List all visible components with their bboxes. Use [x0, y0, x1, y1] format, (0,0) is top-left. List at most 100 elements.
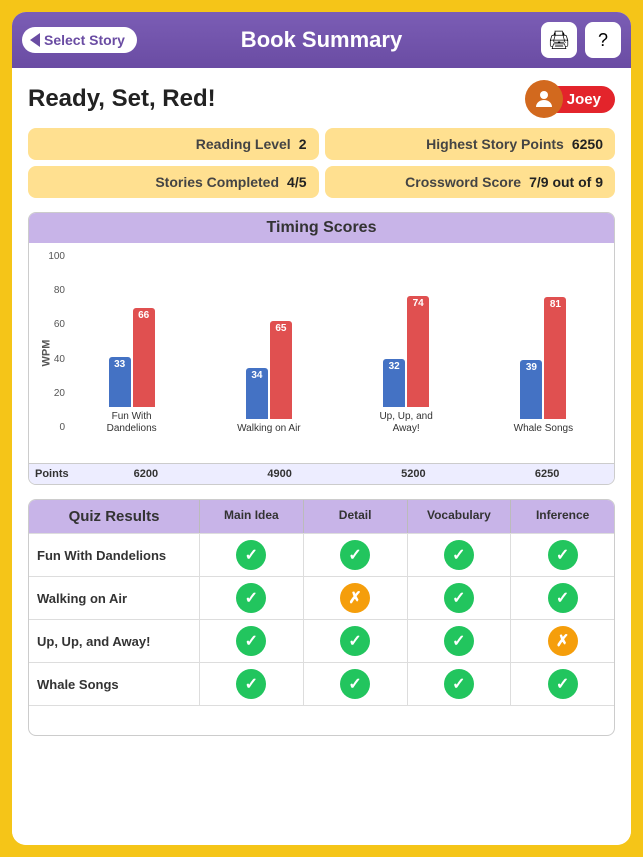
bar-group-label: Fun WithDandelions: [107, 411, 157, 435]
y-ticks: 100 80 60 40 20 0: [49, 251, 65, 433]
quiz-cell: ✓: [303, 534, 407, 576]
bar-blue: 39: [520, 360, 542, 419]
quiz-cell: ✓: [199, 663, 303, 705]
quiz-cell: ✓: [510, 577, 614, 619]
cross-icon: ✗: [340, 583, 370, 613]
bar-red: 65: [270, 321, 292, 419]
avatar: [525, 80, 563, 118]
points-cell: 6250: [480, 464, 614, 484]
quiz-data-row: Whale Songs ✓ ✓ ✓ ✓: [29, 662, 614, 705]
quiz-cell: ✓: [199, 534, 303, 576]
bars-section: 33 66 Fun WithDandelions 34 65 Walking o…: [65, 251, 610, 463]
timing-chart: Timing Scores WPM 100 80 60 40 20 0: [28, 212, 615, 485]
quiz-cell: ✓: [407, 620, 511, 662]
quiz-empty-row: [29, 705, 614, 735]
bar-pair: 39 81: [520, 269, 566, 419]
check-icon: ✓: [340, 669, 370, 699]
check-icon: ✓: [444, 669, 474, 699]
stat-crossword-score: Crossword Score 7/9 out of 9: [325, 166, 616, 198]
bar-blue: 33: [109, 357, 131, 407]
header-icons: 🖨 ?: [541, 22, 621, 58]
stat-reading-level-value: 2: [299, 136, 307, 152]
back-button[interactable]: Select Story: [22, 27, 137, 53]
check-icon: ✓: [548, 540, 578, 570]
check-icon: ✓: [444, 626, 474, 656]
title-row: Ready, Set, Red! Joey: [28, 80, 615, 118]
bar-blue: 32: [383, 359, 405, 407]
check-icon: ✓: [236, 540, 266, 570]
print-button[interactable]: 🖨: [541, 22, 577, 58]
points-cells: 6200490052006250: [79, 464, 614, 484]
quiz-cell: ✓: [510, 663, 614, 705]
stat-stories-completed-value: 4/5: [287, 174, 306, 190]
bar-red: 74: [407, 296, 429, 407]
chart-points-row: Points 6200490052006250: [29, 463, 614, 484]
quiz-row-label: Up, Up, and Away!: [29, 626, 199, 657]
quiz-title: Quiz Results: [29, 500, 199, 533]
points-cell: 4900: [213, 464, 347, 484]
bar-blue-label: 39: [526, 362, 537, 373]
app-window: Select Story Book Summary 🖨 ? Ready, Set…: [12, 12, 631, 845]
quiz-cell: ✓: [407, 577, 511, 619]
quiz-row-label: Whale Songs: [29, 669, 199, 700]
quiz-header-row: Quiz Results Main Idea Detail Vocabulary…: [29, 500, 614, 533]
check-icon: ✓: [444, 583, 474, 613]
stat-highest-points: Highest Story Points 6250: [325, 128, 616, 160]
check-icon: ✓: [236, 583, 266, 613]
chart-area: WPM 100 80 60 40 20 0 33: [29, 243, 614, 463]
stat-reading-level-label: Reading Level: [40, 136, 291, 152]
chart-title: Timing Scores: [29, 213, 614, 243]
check-icon: ✓: [236, 626, 266, 656]
quiz-cell: ✓: [407, 663, 511, 705]
quiz-cell: ✓: [199, 620, 303, 662]
bar-blue-label: 34: [251, 370, 262, 381]
bar-red: 66: [133, 308, 155, 407]
quiz-results: Quiz Results Main Idea Detail Vocabulary…: [28, 499, 615, 736]
bar-red-label: 65: [275, 323, 286, 334]
stat-crossword-score-label: Crossword Score: [337, 174, 522, 190]
check-icon: ✓: [548, 583, 578, 613]
quiz-cell: ✗: [510, 620, 614, 662]
quiz-cell: ✓: [407, 534, 511, 576]
stats-grid: Reading Level 2 Highest Story Points 625…: [28, 128, 615, 198]
back-chevron-icon: [30, 33, 40, 47]
bar-pair: 33 66: [109, 257, 155, 407]
stat-highest-points-value: 6250: [572, 136, 603, 152]
quiz-rows: Fun With Dandelions ✓ ✓ ✓ ✓ Walking on Air ✓ ✗ ✓…: [29, 533, 614, 705]
bar-blue-label: 33: [114, 359, 125, 370]
quiz-cell: ✓: [510, 534, 614, 576]
quiz-data-row: Walking on Air ✓ ✗ ✓ ✓: [29, 576, 614, 619]
stat-reading-level: Reading Level 2: [28, 128, 319, 160]
bar-pair: 34 65: [246, 269, 292, 419]
bar-red-label: 66: [138, 310, 149, 321]
bar-red-label: 74: [413, 298, 424, 309]
quiz-cell: ✗: [303, 577, 407, 619]
bar-red-label: 81: [550, 299, 561, 310]
bar-blue: 34: [246, 368, 268, 419]
stat-highest-points-label: Highest Story Points: [337, 136, 564, 152]
quiz-data-row: Fun With Dandelions ✓ ✓ ✓ ✓: [29, 533, 614, 576]
bar-group: 33 66 Fun WithDandelions: [65, 257, 198, 435]
bar-group: 34 65 Walking on Air: [202, 269, 335, 435]
check-icon: ✓: [340, 540, 370, 570]
quiz-cell: ✓: [303, 620, 407, 662]
quiz-data-row: Up, Up, and Away! ✓ ✓ ✓ ✗: [29, 619, 614, 662]
quiz-col-detail: Detail: [303, 500, 407, 533]
check-icon: ✓: [340, 626, 370, 656]
check-icon: ✓: [236, 669, 266, 699]
stat-stories-completed: Stories Completed 4/5: [28, 166, 319, 198]
content-area: Ready, Set, Red! Joey Reading Level 2: [12, 68, 631, 845]
quiz-col-main-idea: Main Idea: [199, 500, 303, 533]
bar-group-label: Whale Songs: [514, 423, 573, 435]
quiz-cell: ✓: [199, 577, 303, 619]
bar-group-label: Walking on Air: [237, 423, 301, 435]
stat-stories-completed-label: Stories Completed: [40, 174, 279, 190]
cross-icon: ✗: [548, 626, 578, 656]
check-icon: ✓: [548, 669, 578, 699]
bar-group: 39 81 Whale Songs: [477, 269, 610, 435]
help-button[interactable]: ?: [585, 22, 621, 58]
quiz-row-label: Walking on Air: [29, 583, 199, 614]
user-name: Joey: [557, 86, 615, 113]
quiz-row-label: Fun With Dandelions: [29, 540, 199, 571]
header-title: Book Summary: [241, 27, 402, 53]
